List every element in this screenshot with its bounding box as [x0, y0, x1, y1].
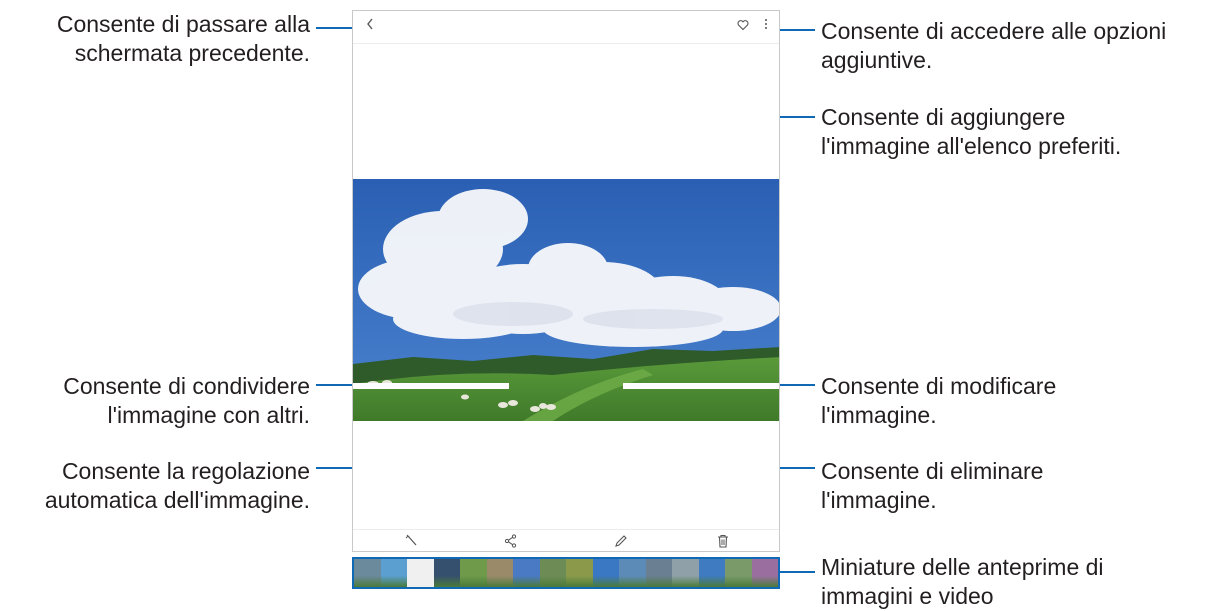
- thumbnail[interactable]: [751, 559, 778, 587]
- favorite-button[interactable]: [737, 17, 749, 35]
- leader-line-back: [316, 27, 352, 29]
- more-vertical-icon: [765, 19, 767, 29]
- trash-icon: [718, 534, 728, 548]
- heart-icon: [737, 20, 749, 31]
- bottom-toolbar: [353, 529, 779, 554]
- thumbnail[interactable]: [725, 559, 752, 587]
- auto-adjust-button[interactable]: [404, 533, 420, 549]
- thumbnail[interactable]: [539, 559, 566, 587]
- callout-share: Consente di condividere l'immagine con a…: [63, 373, 310, 428]
- chevron-left-icon: [367, 18, 373, 30]
- thumbnail[interactable]: [672, 559, 699, 587]
- callout-edit: Consente di modificare l'immagine.: [821, 373, 1057, 428]
- pencil-icon: [615, 535, 627, 547]
- back-button[interactable]: [365, 17, 375, 35]
- top-bar: [353, 11, 779, 44]
- edit-button[interactable]: [613, 533, 629, 549]
- thumbnail[interactable]: [619, 559, 646, 587]
- thumbnail-strip[interactable]: [352, 557, 780, 589]
- landscape-photo: [353, 179, 779, 421]
- thumbnail[interactable]: [592, 559, 619, 587]
- callout-favorite: Consente di aggiungere l'immagine all'el…: [821, 104, 1122, 159]
- callout-back: Consente di passare alla schermata prece…: [56, 11, 310, 66]
- share-icon: [504, 534, 517, 548]
- thumbnail[interactable]: [354, 559, 381, 587]
- thumbnail[interactable]: [486, 559, 513, 587]
- thumbnail[interactable]: [566, 559, 593, 587]
- thumbnail[interactable]: [433, 559, 460, 587]
- leader-line-thumbnails: [780, 571, 815, 573]
- thumbnail[interactable]: [698, 559, 725, 587]
- callout-auto-adjust: Consente la regolazione automatica dell'…: [44, 458, 310, 513]
- delete-button[interactable]: [715, 533, 731, 549]
- landscape-image: [353, 179, 779, 421]
- thumbnail[interactable]: [513, 559, 540, 587]
- callout-delete: Consente di eliminare l'immagine.: [821, 458, 1044, 513]
- thumbnail[interactable]: [460, 559, 487, 587]
- thumbnail[interactable]: [407, 559, 434, 587]
- callout-thumbnails: Miniature delle anteprime di immagini e …: [821, 554, 1104, 609]
- magic-wand-icon: [405, 534, 417, 546]
- thumbnail[interactable]: [380, 559, 407, 587]
- share-button[interactable]: [503, 533, 519, 549]
- more-options-button[interactable]: [763, 17, 769, 35]
- thumbnail[interactable]: [645, 559, 672, 587]
- callout-more-options: Consente di accedere alle opzioni aggiun…: [821, 18, 1167, 73]
- device-screen: [352, 10, 780, 552]
